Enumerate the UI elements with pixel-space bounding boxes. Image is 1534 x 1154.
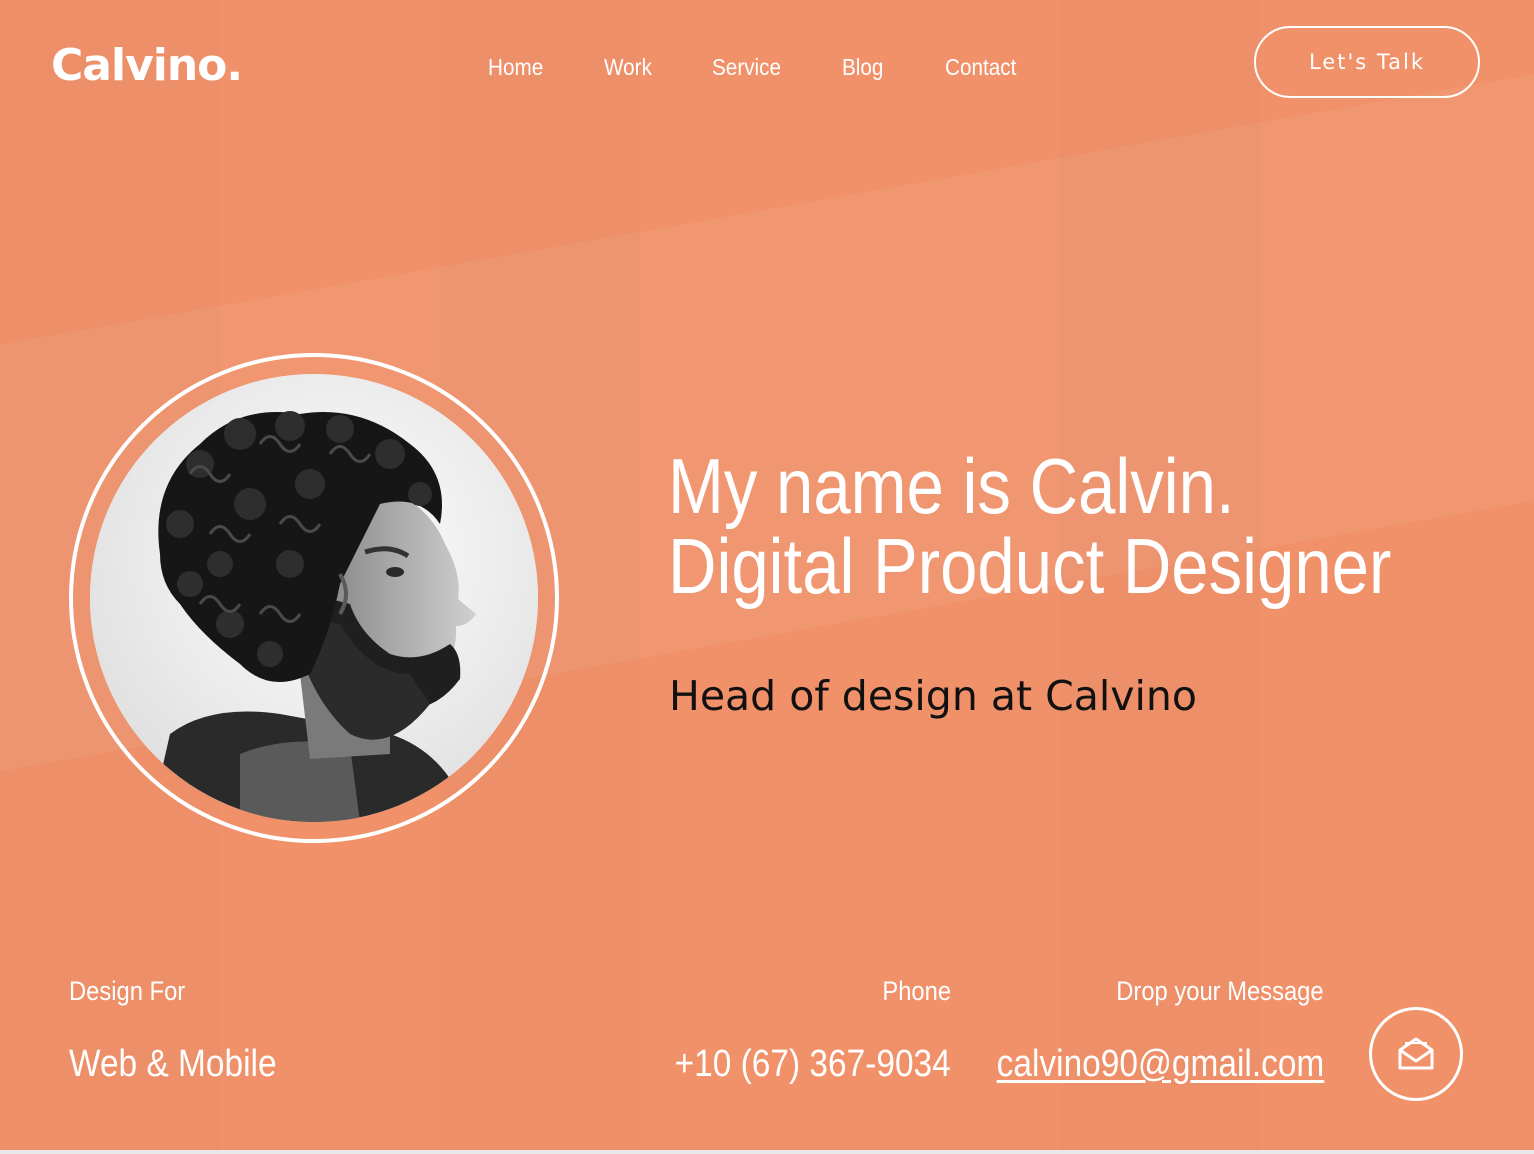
hero-subtitle: Head of design at Calvino [669, 672, 1197, 720]
mail-button[interactable] [1369, 1007, 1463, 1101]
lets-talk-button[interactable]: Let's Talk [1254, 26, 1480, 98]
headline-line-1: My name is Calvin. [668, 442, 1235, 530]
nav-item-blog[interactable]: Blog [842, 52, 883, 82]
nav-item-service[interactable]: Service [712, 52, 781, 82]
phone-value[interactable]: +10 (67) 367-9034 [675, 1040, 951, 1088]
hero-headline: My name is Calvin. Digital Product Desig… [668, 446, 1391, 606]
design-for-value: Web & Mobile [69, 1043, 277, 1085]
page: Calvino. Home Work Service Blog Contact … [0, 0, 1534, 1150]
nav-item-home[interactable]: Home [488, 52, 543, 82]
message-label: Drop your Message [1116, 976, 1324, 1006]
portrait-image [90, 374, 538, 822]
phone-label: Phone [882, 976, 951, 1006]
nav-item-contact[interactable]: Contact [945, 52, 1016, 82]
headline-line-2: Digital Product Designer [668, 522, 1392, 610]
design-for-label: Design For [69, 976, 186, 1006]
avatar [90, 374, 538, 822]
nav-item-work[interactable]: Work [604, 52, 652, 82]
email-link[interactable]: calvino90@gmail.com [996, 1040, 1324, 1088]
mail-open-icon [1398, 1037, 1434, 1070]
